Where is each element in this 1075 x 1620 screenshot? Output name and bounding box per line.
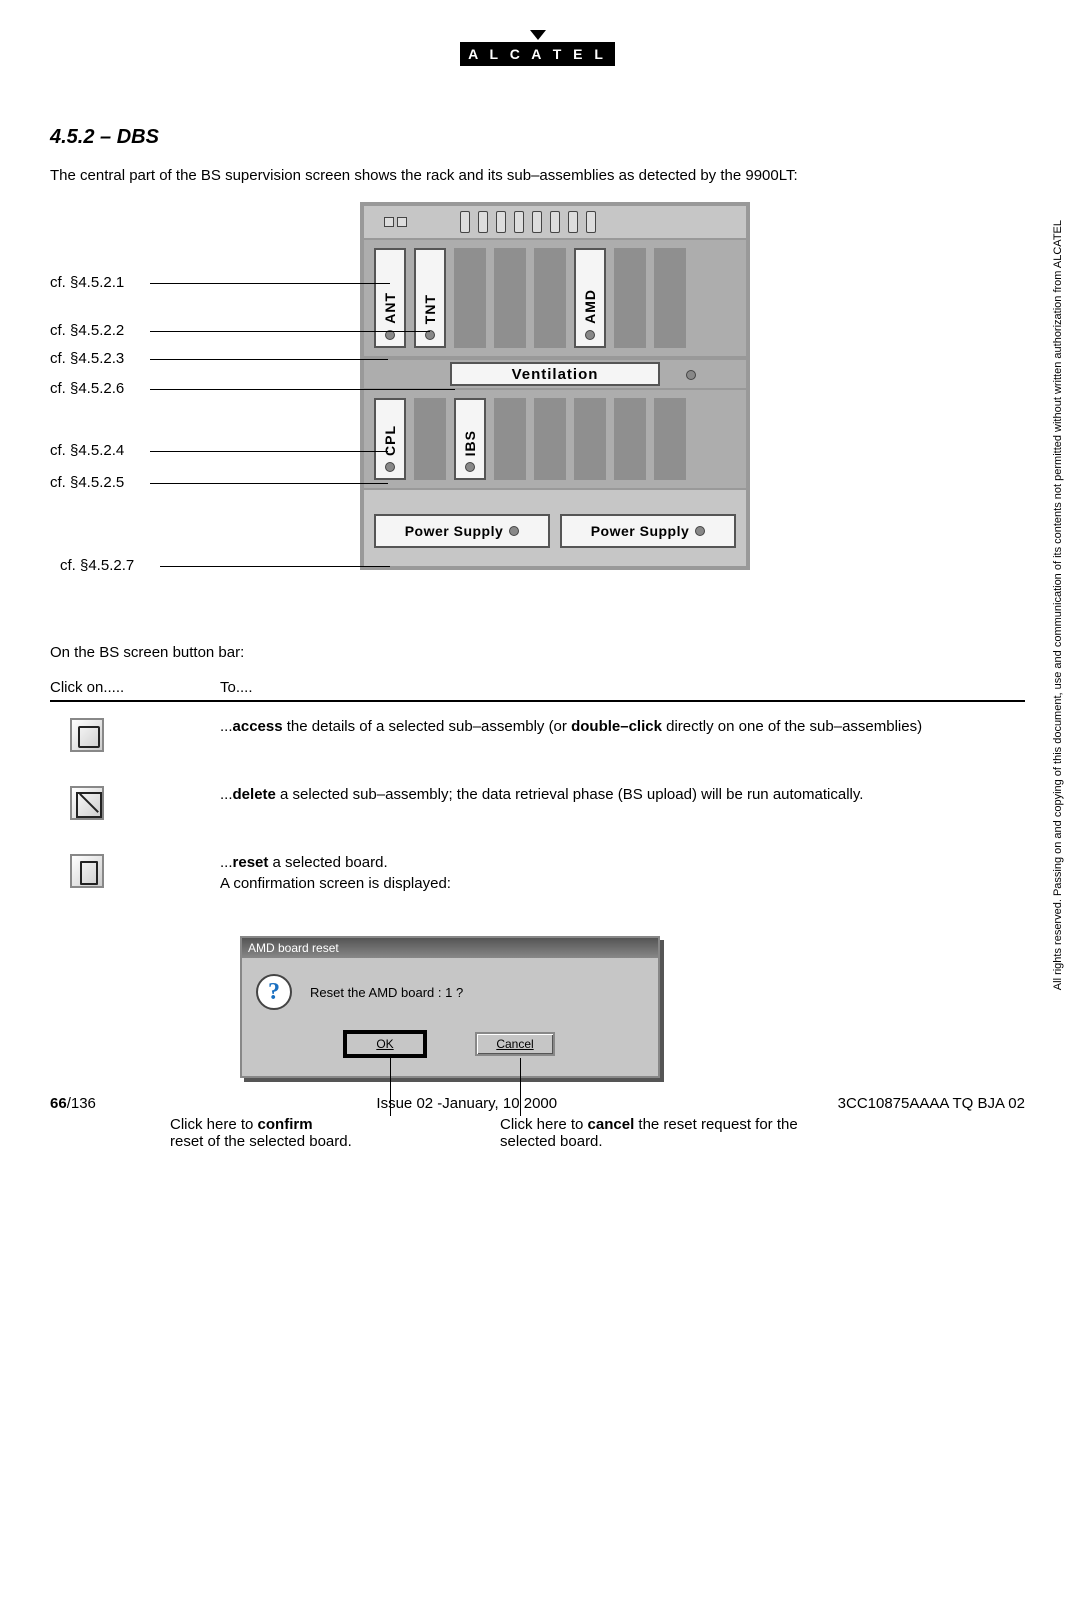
dialog-title: AMD board reset — [242, 938, 658, 958]
callout-5: cf. §4.5.2.5 — [50, 474, 388, 491]
col-header-click: Click on..... — [50, 679, 220, 696]
psu-2[interactable]: Power Supply — [560, 514, 736, 548]
table-row: ...access the details of a selected sub–… — [50, 702, 1025, 770]
card-cpl[interactable]: CPL — [374, 398, 406, 480]
reset-icon[interactable] — [70, 854, 104, 888]
confirm-note: Click here to confirm reset of the selec… — [170, 1116, 430, 1150]
col-header-to: To.... — [220, 679, 253, 696]
delete-description: ...delete a selected sub–assembly; the d… — [220, 784, 1025, 805]
callout-1: cf. §4.5.2.1 — [50, 274, 390, 291]
section-heading: 4.5.2 – DBS — [50, 126, 1025, 149]
callout-2: cf. §4.5.2.2 — [50, 322, 430, 339]
ok-button[interactable]: OK — [345, 1032, 425, 1056]
reset-description: ...reset a selected board. A confirmatio… — [220, 852, 1025, 894]
table-row: ...delete a selected sub–assembly; the d… — [50, 770, 1025, 838]
brand-logo: A L C A T E L — [50, 30, 1025, 66]
intro-text: The central part of the BS supervision s… — [50, 167, 1025, 184]
card-ibs[interactable]: IBS — [454, 398, 486, 480]
question-icon: ? — [256, 974, 292, 1010]
card-amd[interactable]: AMD — [574, 248, 606, 348]
page-footer: 66/136 Issue 02 -January, 10 2000 3CC108… — [50, 1095, 1025, 1112]
page-number: 66/136 — [50, 1095, 96, 1112]
issue-info: Issue 02 -January, 10 2000 — [376, 1095, 557, 1112]
callout-6: cf. §4.5.2.6 — [50, 380, 455, 397]
rack-row-1: ANT TNT AMD — [364, 240, 746, 358]
dialog-message: Reset the AMD board : 1 ? — [310, 985, 463, 1000]
callout-7: cf. §4.5.2.7 — [60, 557, 390, 574]
access-description: ...access the details of a selected sub–… — [220, 716, 1025, 737]
cancel-note: Click here to cancel the reset request f… — [500, 1116, 840, 1150]
rack-diagram: ANT TNT AMD Ventilation CPL IBS Power Su… — [50, 202, 1025, 632]
psu-1[interactable]: Power Supply — [374, 514, 550, 548]
button-bar-table: Click on..... To.... ...access the detai… — [50, 675, 1025, 908]
reset-dialog: AMD board reset ? Reset the AMD board : … — [240, 936, 660, 1078]
callout-4: cf. §4.5.2.4 — [50, 442, 388, 459]
copyright-side-note: All rights reserved. Passing on and copy… — [1051, 220, 1065, 990]
doc-ref: 3CC10875AAAA TQ BJA 02 — [838, 1095, 1025, 1112]
logo-text: A L C A T E L — [460, 42, 615, 66]
details-icon[interactable] — [70, 718, 104, 752]
callout-3: cf. §4.5.2.3 — [50, 350, 388, 367]
delete-icon[interactable] — [70, 786, 104, 820]
cancel-button[interactable]: Cancel — [475, 1032, 555, 1056]
rack-row-2: CPL IBS — [364, 390, 746, 490]
button-bar-intro: On the BS screen button bar: — [50, 644, 1025, 661]
power-row: Power Supply Power Supply — [364, 500, 746, 566]
table-row: ...reset a selected board. A confirmatio… — [50, 838, 1025, 908]
rack-top — [364, 206, 746, 240]
